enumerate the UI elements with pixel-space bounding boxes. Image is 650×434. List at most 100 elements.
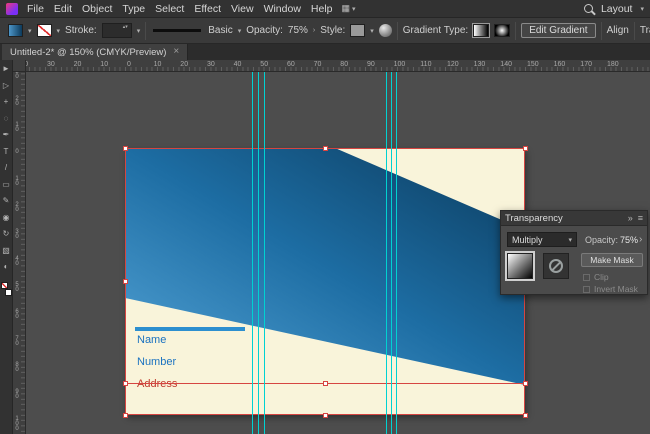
- brush-name-label[interactable]: Basic: [208, 25, 232, 36]
- menu-view[interactable]: View: [231, 3, 254, 15]
- ruler-label: 70: [14, 335, 20, 346]
- mask-thumbnail[interactable]: [543, 253, 569, 279]
- ruler-label: 40: [26, 61, 28, 68]
- scale-tool[interactable]: ▧: [1, 246, 12, 256]
- ruler-label: 170: [580, 61, 592, 68]
- ruler-label: 110: [420, 61, 432, 68]
- guide[interactable]: [258, 72, 259, 434]
- radial-gradient-button[interactable]: [494, 24, 511, 37]
- panel-opacity-value[interactable]: 75%: [620, 235, 638, 245]
- guide[interactable]: [391, 72, 392, 434]
- selection-handle[interactable]: [122, 145, 128, 151]
- rectangle-tool[interactable]: ▭: [1, 180, 12, 190]
- collapse-to-icons-icon[interactable]: »: [628, 213, 633, 223]
- chevron-down-icon: ▾: [568, 236, 572, 244]
- guide[interactable]: [264, 72, 265, 434]
- line-segment-tool[interactable]: /: [1, 163, 12, 173]
- pen-tool[interactable]: ✒: [1, 130, 12, 140]
- blend-mode-select[interactable]: Multiply ▾: [507, 232, 577, 247]
- clip-checkbox[interactable]: [583, 273, 590, 281]
- lasso-tool[interactable]: ◌: [1, 114, 12, 124]
- ruler-label: 80: [340, 61, 349, 68]
- ruler-label: 180: [606, 61, 619, 68]
- document-tab-bar: Untitled-2* @ 150% (CMYK/Preview) ×: [0, 44, 650, 60]
- menu-help[interactable]: Help: [311, 3, 333, 15]
- fill-stroke-indicator[interactable]: [0, 281, 12, 296]
- selection-handle[interactable]: [322, 145, 328, 151]
- stroke-weight-stepper[interactable]: [101, 23, 132, 38]
- selection-handle[interactable]: [322, 412, 328, 418]
- graphic-style-swatch[interactable]: [350, 24, 366, 37]
- edit-gradient-button[interactable]: Edit Gradient: [521, 23, 596, 38]
- chevron-right-icon[interactable]: ›: [313, 27, 315, 34]
- document-tab[interactable]: Untitled-2* @ 150% (CMYK/Preview) ×: [2, 44, 189, 60]
- rotate-tool-icon: ↻: [2, 229, 10, 238]
- align-panel-button[interactable]: Align: [607, 25, 629, 36]
- panel-title: Transparency: [505, 212, 563, 224]
- ruler-label: 40: [14, 255, 20, 266]
- opacity-value[interactable]: 75%: [288, 25, 308, 36]
- clip-label: Clip: [594, 272, 609, 282]
- rectangle-tool-icon: ▭: [2, 179, 10, 189]
- selection-handle[interactable]: [122, 278, 128, 284]
- ruler-origin-corner[interactable]: [13, 60, 26, 72]
- linear-gradient-button[interactable]: [472, 23, 491, 38]
- menu-effect[interactable]: Effect: [194, 3, 221, 15]
- brush-stroke-preview[interactable]: [151, 24, 203, 37]
- transparency-panel-header[interactable]: Transparency » ≡: [501, 211, 647, 226]
- recolor-artwork-icon[interactable]: [378, 24, 392, 37]
- selection-handle[interactable]: [522, 412, 528, 418]
- opacity-slider-arrow-icon[interactable]: ›: [639, 234, 642, 245]
- ruler-label: 90: [14, 389, 20, 399]
- selection-handle[interactable]: [122, 380, 128, 386]
- object-thumbnail[interactable]: [505, 251, 535, 281]
- selection-handle[interactable]: [322, 380, 328, 386]
- blob-brush-tool[interactable]: ◉: [1, 213, 12, 223]
- menu-file[interactable]: File: [27, 3, 44, 15]
- ruler-label: 70: [313, 61, 322, 68]
- menu-object[interactable]: Object: [82, 3, 112, 15]
- ruler-label: 30: [14, 72, 20, 79]
- ruler-label: 160: [553, 61, 566, 68]
- selection-tool[interactable]: ►: [1, 64, 12, 74]
- menu-edit[interactable]: Edit: [54, 3, 72, 15]
- chevron-down-icon: ▾: [28, 27, 32, 35]
- direct-selection-tool[interactable]: ▷: [1, 81, 12, 91]
- clip-checkbox-row[interactable]: Clip: [583, 272, 609, 282]
- selection-handle[interactable]: [122, 412, 128, 418]
- invert-mask-checkbox-row[interactable]: Invert Mask: [583, 284, 638, 294]
- ruler-label: 140: [500, 61, 512, 68]
- guide[interactable]: [396, 72, 397, 434]
- guide[interactable]: [252, 72, 253, 434]
- menu-select[interactable]: Select: [155, 3, 184, 15]
- vertical-ruler[interactable]: 30 20 10 0 10 20 30 40 50 60 70 80 90 100: [13, 72, 26, 434]
- selection-handle[interactable]: [522, 145, 528, 151]
- magic-wand-tool[interactable]: +: [1, 97, 12, 107]
- selection-bounding-box[interactable]: [125, 148, 525, 415]
- close-tab-icon[interactable]: ×: [173, 47, 179, 57]
- make-mask-button[interactable]: Make Mask: [581, 253, 643, 267]
- ruler-label: 20: [14, 95, 20, 106]
- workspace-label[interactable]: Layout: [601, 3, 633, 15]
- menu-type[interactable]: Type: [122, 3, 145, 15]
- horizontal-ruler[interactable]: 4030201001020304050607080901001101201301…: [26, 60, 650, 72]
- paintbrush-tool[interactable]: ✎: [1, 196, 12, 206]
- guide[interactable]: [386, 72, 387, 434]
- invert-mask-checkbox[interactable]: [583, 285, 590, 293]
- rotate-tool[interactable]: ↻: [1, 229, 12, 239]
- ruler-label: 0: [126, 61, 131, 68]
- stroke-color-swatch[interactable]: [36, 24, 52, 37]
- chevron-down-icon: ▾: [640, 5, 644, 13]
- menu-window[interactable]: Window: [264, 3, 301, 15]
- panel-opacity-label: Opacity:: [585, 235, 619, 245]
- gradient-tool[interactable]: ◐: [1, 262, 12, 272]
- search-icon[interactable]: [583, 4, 593, 13]
- transform-panel-button[interactable]: Transf: [640, 25, 650, 36]
- transparency-panel[interactable]: Transparency » ≡ Multiply ▾ Opacity: 75%…: [500, 210, 648, 295]
- selection-handle[interactable]: [522, 380, 528, 386]
- panel-menu-icon[interactable]: ≡: [638, 213, 643, 223]
- type-tool[interactable]: T: [1, 147, 12, 157]
- workspace-switcher[interactable]: ▦ ▾: [342, 3, 356, 14]
- ruler-label: 60: [286, 61, 295, 68]
- fill-color-swatch[interactable]: [8, 24, 23, 37]
